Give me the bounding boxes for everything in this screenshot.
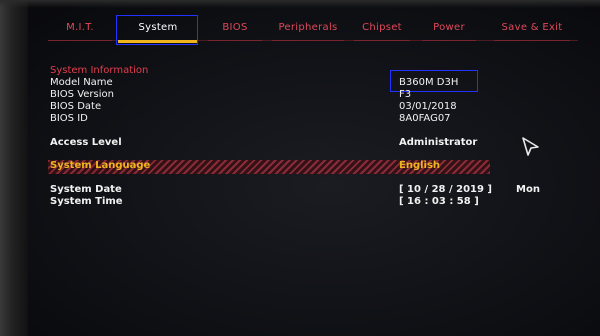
tab-power[interactable]: Power [422, 18, 476, 41]
system-language-value[interactable]: English [399, 160, 440, 171]
system-tab-highlight-box [116, 15, 198, 45]
mouse-cursor-icon [522, 137, 539, 156]
monitor-bezel-left [0, 0, 28, 336]
monitor-bezel-top [0, 0, 600, 8]
system-information-header: System Information [50, 65, 149, 76]
system-language-label[interactable]: System Language [50, 160, 150, 171]
tab-save-exit[interactable]: Save & Exit [494, 18, 570, 41]
tab-peripherals[interactable]: Peripherals [272, 18, 344, 41]
access-level-value: Administrator [399, 137, 478, 148]
system-time-label: System Time [50, 196, 123, 207]
tab-bios[interactable]: BIOS [208, 18, 262, 41]
bios-date-value: 03/01/2018 [399, 101, 457, 112]
model-name-label: Model Name [50, 77, 113, 88]
bios-date-label: BIOS Date [50, 101, 102, 112]
access-level-label: Access Level [50, 137, 122, 148]
system-date-label: System Date [50, 184, 122, 195]
bios-id-value: 8A0FAG07 [399, 113, 451, 124]
system-date-value[interactable]: [ 10 / 28 / 2019 ] [399, 184, 492, 195]
bios-id-label: BIOS ID [50, 113, 88, 124]
system-time-value[interactable]: [ 16 : 03 : 58 ] [399, 196, 479, 207]
bios-version-value: F3 [399, 89, 412, 100]
bios-version-label: BIOS Version [50, 89, 114, 100]
tab-chipset[interactable]: Chipset [354, 18, 410, 41]
system-date-day: Mon [516, 184, 540, 195]
tab-mit[interactable]: M.I.T. [48, 18, 112, 41]
